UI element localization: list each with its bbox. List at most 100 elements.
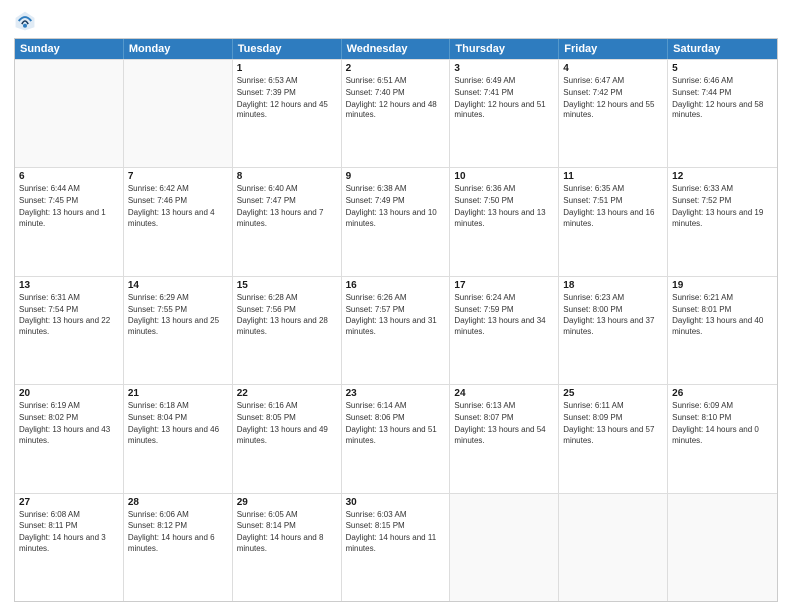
calendar-cell-2-4: 17Sunrise: 6:24 AMSunset: 7:59 PMDayligh…: [450, 277, 559, 384]
sunrise-text: Sunrise: 6:36 AM: [454, 184, 554, 195]
sunrise-text: Sunrise: 6:13 AM: [454, 401, 554, 412]
daylight-text: Daylight: 13 hours and 22 minutes.: [19, 316, 119, 338]
sunrise-text: Sunrise: 6:31 AM: [19, 293, 119, 304]
sunrise-text: Sunrise: 6:24 AM: [454, 293, 554, 304]
daylight-text: Daylight: 13 hours and 49 minutes.: [237, 425, 337, 447]
calendar-row-1: 6Sunrise: 6:44 AMSunset: 7:45 PMDaylight…: [15, 167, 777, 275]
day-number: 9: [346, 171, 446, 182]
day-number: 2: [346, 63, 446, 74]
header: [14, 10, 778, 32]
sunset-text: Sunset: 7:41 PM: [454, 88, 554, 99]
calendar-cell-2-5: 18Sunrise: 6:23 AMSunset: 8:00 PMDayligh…: [559, 277, 668, 384]
weekday-header-thursday: Thursday: [450, 39, 559, 59]
daylight-text: Daylight: 13 hours and 57 minutes.: [563, 425, 663, 447]
weekday-header-sunday: Sunday: [15, 39, 124, 59]
daylight-text: Daylight: 12 hours and 48 minutes.: [346, 100, 446, 122]
sunset-text: Sunset: 7:40 PM: [346, 88, 446, 99]
sunset-text: Sunset: 7:42 PM: [563, 88, 663, 99]
daylight-text: Daylight: 12 hours and 58 minutes.: [672, 100, 773, 122]
sunset-text: Sunset: 7:44 PM: [672, 88, 773, 99]
sunrise-text: Sunrise: 6:23 AM: [563, 293, 663, 304]
sunrise-text: Sunrise: 6:40 AM: [237, 184, 337, 195]
sunset-text: Sunset: 7:55 PM: [128, 305, 228, 316]
calendar-cell-3-6: 26Sunrise: 6:09 AMSunset: 8:10 PMDayligh…: [668, 385, 777, 492]
sunset-text: Sunset: 7:39 PM: [237, 88, 337, 99]
sunset-text: Sunset: 8:02 PM: [19, 413, 119, 424]
day-number: 15: [237, 280, 337, 291]
day-number: 16: [346, 280, 446, 291]
day-number: 21: [128, 388, 228, 399]
logo-icon: [14, 10, 36, 32]
calendar-cell-0-2: 1Sunrise: 6:53 AMSunset: 7:39 PMDaylight…: [233, 60, 342, 167]
day-number: 10: [454, 171, 554, 182]
sunset-text: Sunset: 8:01 PM: [672, 305, 773, 316]
sunset-text: Sunset: 7:57 PM: [346, 305, 446, 316]
sunrise-text: Sunrise: 6:16 AM: [237, 401, 337, 412]
sunset-text: Sunset: 7:45 PM: [19, 196, 119, 207]
daylight-text: Daylight: 13 hours and 7 minutes.: [237, 208, 337, 230]
daylight-text: Daylight: 14 hours and 3 minutes.: [19, 533, 119, 555]
calendar-cell-4-0: 27Sunrise: 6:08 AMSunset: 8:11 PMDayligh…: [15, 494, 124, 601]
day-number: 26: [672, 388, 773, 399]
sunset-text: Sunset: 8:12 PM: [128, 521, 228, 532]
sunrise-text: Sunrise: 6:29 AM: [128, 293, 228, 304]
daylight-text: Daylight: 13 hours and 1 minute.: [19, 208, 119, 230]
calendar-cell-1-5: 11Sunrise: 6:35 AMSunset: 7:51 PMDayligh…: [559, 168, 668, 275]
sunrise-text: Sunrise: 6:51 AM: [346, 76, 446, 87]
calendar-cell-3-4: 24Sunrise: 6:13 AMSunset: 8:07 PMDayligh…: [450, 385, 559, 492]
day-number: 4: [563, 63, 663, 74]
day-number: 28: [128, 497, 228, 508]
sunset-text: Sunset: 7:56 PM: [237, 305, 337, 316]
calendar-cell-0-1: [124, 60, 233, 167]
calendar-cell-1-6: 12Sunrise: 6:33 AMSunset: 7:52 PMDayligh…: [668, 168, 777, 275]
day-number: 6: [19, 171, 119, 182]
calendar-row-3: 20Sunrise: 6:19 AMSunset: 8:02 PMDayligh…: [15, 384, 777, 492]
sunrise-text: Sunrise: 6:26 AM: [346, 293, 446, 304]
sunset-text: Sunset: 8:10 PM: [672, 413, 773, 424]
daylight-text: Daylight: 13 hours and 31 minutes.: [346, 316, 446, 338]
sunrise-text: Sunrise: 6:14 AM: [346, 401, 446, 412]
sunrise-text: Sunrise: 6:03 AM: [346, 510, 446, 521]
daylight-text: Daylight: 13 hours and 13 minutes.: [454, 208, 554, 230]
calendar-cell-4-5: [559, 494, 668, 601]
sunset-text: Sunset: 7:54 PM: [19, 305, 119, 316]
sunrise-text: Sunrise: 6:11 AM: [563, 401, 663, 412]
calendar-cell-2-1: 14Sunrise: 6:29 AMSunset: 7:55 PMDayligh…: [124, 277, 233, 384]
calendar-cell-2-0: 13Sunrise: 6:31 AMSunset: 7:54 PMDayligh…: [15, 277, 124, 384]
day-number: 11: [563, 171, 663, 182]
calendar-cell-0-3: 2 Sunrise: 6:51 AMSunset: 7:40 PMDaylight…: [342, 60, 451, 167]
sunset-text: Sunset: 8:15 PM: [346, 521, 446, 532]
daylight-text: Daylight: 13 hours and 37 minutes.: [563, 316, 663, 338]
day-number: 8: [237, 171, 337, 182]
sunset-text: Sunset: 7:50 PM: [454, 196, 554, 207]
sunset-text: Sunset: 8:07 PM: [454, 413, 554, 424]
daylight-text: Daylight: 13 hours and 43 minutes.: [19, 425, 119, 447]
calendar-cell-3-2: 22Sunrise: 6:16 AMSunset: 8:05 PMDayligh…: [233, 385, 342, 492]
daylight-text: Daylight: 14 hours and 11 minutes.: [346, 533, 446, 555]
calendar-cell-2-6: 19Sunrise: 6:21 AMSunset: 8:01 PMDayligh…: [668, 277, 777, 384]
sunset-text: Sunset: 7:46 PM: [128, 196, 228, 207]
daylight-text: Daylight: 13 hours and 40 minutes.: [672, 316, 773, 338]
calendar-cell-4-6: [668, 494, 777, 601]
sunset-text: Sunset: 7:59 PM: [454, 305, 554, 316]
day-number: 1: [237, 63, 337, 74]
sunrise-text: Sunrise: 6:28 AM: [237, 293, 337, 304]
calendar-cell-1-3: 9Sunrise: 6:38 AMSunset: 7:49 PMDaylight…: [342, 168, 451, 275]
daylight-text: Daylight: 14 hours and 0 minutes.: [672, 425, 773, 447]
calendar-body: 1Sunrise: 6:53 AMSunset: 7:39 PMDaylight…: [15, 59, 777, 601]
calendar-header: SundayMondayTuesdayWednesdayThursdayFrid…: [15, 39, 777, 59]
daylight-text: Daylight: 14 hours and 6 minutes.: [128, 533, 228, 555]
calendar-cell-3-1: 21Sunrise: 6:18 AMSunset: 8:04 PMDayligh…: [124, 385, 233, 492]
weekday-header-saturday: Saturday: [668, 39, 777, 59]
day-number: 22: [237, 388, 337, 399]
sunset-text: Sunset: 8:11 PM: [19, 521, 119, 532]
sunrise-text: Sunrise: 6:21 AM: [672, 293, 773, 304]
daylight-text: Daylight: 13 hours and 46 minutes.: [128, 425, 228, 447]
calendar-cell-1-4: 10 Sunrise: 6:36 AMSunset: 7:50 PMDayligh…: [450, 168, 559, 275]
sunrise-text: Sunrise: 6:19 AM: [19, 401, 119, 412]
calendar-cell-1-0: 6Sunrise: 6:44 AMSunset: 7:45 PMDaylight…: [15, 168, 124, 275]
sunset-text: Sunset: 8:09 PM: [563, 413, 663, 424]
calendar-cell-0-5: 4Sunrise: 6:47 AMSunset: 7:42 PMDaylight…: [559, 60, 668, 167]
day-number: 14: [128, 280, 228, 291]
sunrise-text: Sunrise: 6:46 AM: [672, 76, 773, 87]
